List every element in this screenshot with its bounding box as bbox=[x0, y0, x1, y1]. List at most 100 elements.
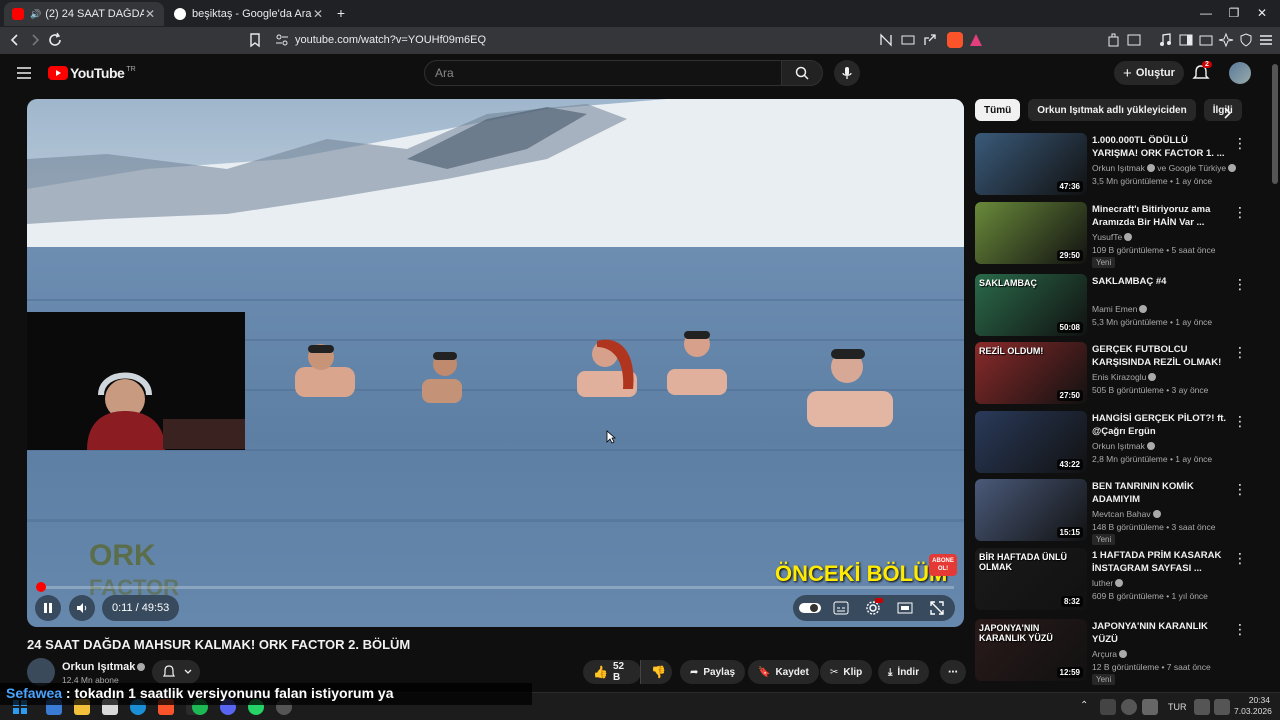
close-tab-icon[interactable]: ✕ bbox=[144, 7, 156, 21]
channel-line[interactable]: Mevtcan Bahav bbox=[1092, 509, 1161, 519]
chip-all[interactable]: Tümü bbox=[975, 99, 1021, 121]
video-title[interactable]: 1 HAFTADA PRİM KASARAK İNSTAGRAM SAYFASI… bbox=[1092, 549, 1228, 575]
recommended-video[interactable]: 47:36 1.000.000TL ÖDÜLLÜ YARIŞMA! ORK FAC… bbox=[975, 133, 1255, 195]
video-title[interactable]: Minecraft'ı Bitiriyoruz ama Aramızda Bir… bbox=[1092, 203, 1228, 229]
maximize-icon[interactable]: ❐ bbox=[1227, 6, 1241, 20]
extensions-icon[interactable] bbox=[1106, 32, 1122, 48]
more-actions-button[interactable]: ⋯ bbox=[940, 660, 966, 684]
voice-search-button[interactable] bbox=[834, 60, 860, 86]
more-vertical-icon[interactable]: ⋮ bbox=[1233, 621, 1247, 638]
forward-icon[interactable] bbox=[27, 32, 43, 48]
video-title[interactable]: JAPONYA'NIN KARANLIK YÜZÜ bbox=[1092, 620, 1228, 646]
minimize-icon[interactable]: — bbox=[1199, 6, 1213, 20]
video-title[interactable]: HANGİSİ GERÇEK PİLOT?! ft. @Çağrı Ergün bbox=[1092, 412, 1228, 438]
more-vertical-icon[interactable]: ⋮ bbox=[1233, 550, 1247, 567]
channel-line[interactable]: luther bbox=[1092, 578, 1124, 588]
video-thumbnail[interactable]: JAPONYA'NIN KARANLIK YÜZÜ 12:59 bbox=[975, 619, 1087, 681]
mute-button[interactable] bbox=[69, 595, 95, 621]
leo-ai-icon[interactable] bbox=[1218, 32, 1234, 48]
chip-from-uploader[interactable]: Orkun Işıtmak adlı yükleyiciden bbox=[1028, 99, 1196, 121]
channel-name[interactable]: Enis Kirazoglu bbox=[1092, 372, 1146, 382]
dislike-button[interactable]: 👎 bbox=[640, 660, 672, 684]
vpn-shield-icon[interactable] bbox=[1238, 32, 1254, 48]
autoplay-toggle-icon[interactable] bbox=[799, 602, 821, 614]
save-button[interactable]: 🔖 Kaydet bbox=[748, 660, 819, 684]
media-icon[interactable] bbox=[1158, 32, 1174, 48]
recommended-video[interactable]: BİR HAFTADA ÜNLÜ OLMAK 8:32 1 HAFTADA PRİM… bbox=[975, 548, 1255, 610]
site-info-icon[interactable] bbox=[274, 32, 290, 48]
channel-line[interactable]: Enis Kirazoglu bbox=[1092, 372, 1157, 382]
channel-avatar[interactable] bbox=[27, 658, 55, 686]
tray-wifi-icon[interactable] bbox=[1194, 699, 1210, 715]
tray-network-icon[interactable] bbox=[1121, 699, 1137, 715]
channel-name[interactable]: Mevtcan Bahav bbox=[1092, 509, 1151, 519]
more-vertical-icon[interactable]: ⋮ bbox=[1233, 344, 1247, 361]
video-title[interactable]: SAKLAMBAÇ #4 bbox=[1092, 275, 1228, 288]
clip-button[interactable]: ✂ Klip bbox=[820, 660, 873, 684]
fullscreen-icon[interactable] bbox=[930, 601, 944, 615]
video-thumbnail[interactable]: 43:22 bbox=[975, 411, 1087, 473]
url-field[interactable]: youtube.com/watch?v=YOUHf09m6EQ bbox=[295, 34, 486, 46]
video-title[interactable]: GERÇEK FUTBOLCU KARŞISINDA REZİL OLMAK! … bbox=[1092, 343, 1228, 369]
channel-line[interactable]: Orkun Işıtmak bbox=[1092, 441, 1155, 451]
channel-line[interactable]: Arçura bbox=[1092, 649, 1128, 659]
back-icon[interactable] bbox=[7, 32, 23, 48]
scrollbar-thumb[interactable] bbox=[1272, 64, 1278, 184]
cast-icon[interactable] bbox=[900, 32, 916, 48]
wallet-icon[interactable] bbox=[1198, 32, 1214, 48]
clock[interactable]: 20:34 7.03.2026 bbox=[1234, 695, 1272, 717]
search-input[interactable] bbox=[425, 61, 781, 85]
video-thumbnail[interactable]: 15:15 bbox=[975, 479, 1087, 541]
video-thumbnail[interactable]: SAKLAMBAÇ 50:08 bbox=[975, 274, 1087, 336]
previous-episode-card[interactable]: ÖNCEKİ BÖLÜM bbox=[775, 561, 947, 587]
tab-youtube[interactable]: 🔊 (2) 24 SAAT DAĞDA MAHSUR ✕ bbox=[4, 2, 164, 26]
tray-volume-icon[interactable] bbox=[1214, 699, 1230, 715]
download-button[interactable]: ⤓ İndir bbox=[878, 660, 930, 684]
notifications-button[interactable]: 2 bbox=[1192, 61, 1212, 82]
tray-chevron-up-icon[interactable]: ⌃ bbox=[1080, 700, 1088, 711]
more-vertical-icon[interactable]: ⋮ bbox=[1233, 204, 1247, 221]
avatar[interactable] bbox=[1229, 62, 1251, 84]
channel-name[interactable]: YusufTe bbox=[1092, 232, 1122, 242]
screenshot-icon[interactable] bbox=[1126, 32, 1142, 48]
recommended-video[interactable]: 43:22 HANGİSİ GERÇEK PİLOT?! ft. @Çağrı E… bbox=[975, 411, 1255, 473]
share-button[interactable]: ➦ Paylaş bbox=[680, 660, 746, 684]
recommended-video[interactable]: 15:15 BEN TANRININ KOMİK ADAMIYIM Mevtcan … bbox=[975, 479, 1255, 545]
channel-name-row[interactable]: Orkun Işıtmak bbox=[62, 661, 146, 673]
new-tab-button[interactable]: + bbox=[334, 5, 348, 21]
brave-shield-icon[interactable] bbox=[947, 32, 963, 48]
channel-name[interactable]: Orkun Işıtmak bbox=[62, 661, 135, 673]
subscribe-badge[interactable]: ABONE OL! bbox=[929, 554, 957, 576]
video-title[interactable]: BEN TANRININ KOMİK ADAMIYIM bbox=[1092, 480, 1228, 506]
brave-rewards-icon[interactable] bbox=[968, 32, 984, 48]
recommended-video[interactable]: JAPONYA'NIN KARANLIK YÜZÜ 12:59 JAPONYA'NI… bbox=[975, 619, 1255, 685]
recommended-video[interactable]: SAKLAMBAÇ 50:08 SAKLAMBAÇ #4 Mami Emen 5,3 M… bbox=[975, 274, 1255, 336]
channel-line[interactable]: YusufTe bbox=[1092, 232, 1133, 242]
recommended-video[interactable]: 29:50 Minecraft'ı Bitiriyoruz ama Aramızd… bbox=[975, 202, 1255, 268]
video-thumbnail[interactable]: 29:50 bbox=[975, 202, 1087, 264]
scrubber-handle[interactable] bbox=[36, 582, 46, 592]
channel-name[interactable]: Arçura bbox=[1092, 649, 1117, 659]
reload-icon[interactable] bbox=[47, 32, 63, 48]
search-box[interactable] bbox=[424, 60, 782, 86]
close-tab-icon[interactable]: ✕ bbox=[312, 7, 324, 21]
recommended-video[interactable]: REZİL OLDUM! 27:50 GERÇEK FUTBOLCU KARŞISI… bbox=[975, 342, 1255, 404]
channel-line[interactable]: Mami Emen bbox=[1092, 304, 1148, 314]
hamburger-menu-icon[interactable] bbox=[16, 66, 32, 80]
more-vertical-icon[interactable]: ⋮ bbox=[1233, 413, 1247, 430]
channel-line[interactable]: Orkun Işıtmak ve Google Türkiye bbox=[1092, 163, 1237, 173]
create-button[interactable]: + Oluştur bbox=[1114, 61, 1184, 85]
channel-name[interactable]: Orkun Işıtmak bbox=[1092, 441, 1145, 451]
menu-icon[interactable] bbox=[1258, 32, 1274, 48]
like-button[interactable]: 👍 52 B bbox=[583, 660, 641, 684]
tray-mic-icon[interactable] bbox=[1142, 699, 1158, 715]
share-page-icon[interactable] bbox=[922, 32, 938, 48]
more-vertical-icon[interactable]: ⋮ bbox=[1233, 276, 1247, 293]
page-scrollbar[interactable] bbox=[1270, 54, 1280, 692]
progress-bar[interactable] bbox=[36, 582, 954, 592]
more-vertical-icon[interactable]: ⋮ bbox=[1233, 481, 1247, 498]
theater-mode-icon[interactable] bbox=[897, 601, 913, 615]
subscribed-bell-button[interactable] bbox=[152, 660, 200, 684]
sidebar-icon[interactable] bbox=[1178, 32, 1194, 48]
chips-next-icon[interactable] bbox=[1222, 107, 1232, 119]
